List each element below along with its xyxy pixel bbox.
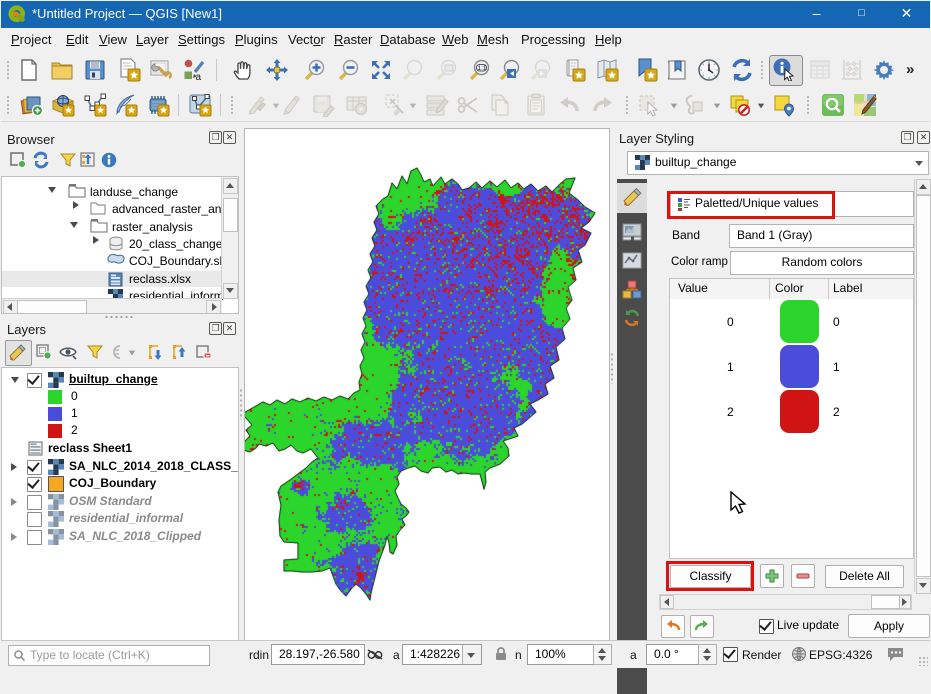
svg-text:1:1: 1:1 (478, 65, 487, 72)
svg-text:a: a (196, 72, 202, 82)
